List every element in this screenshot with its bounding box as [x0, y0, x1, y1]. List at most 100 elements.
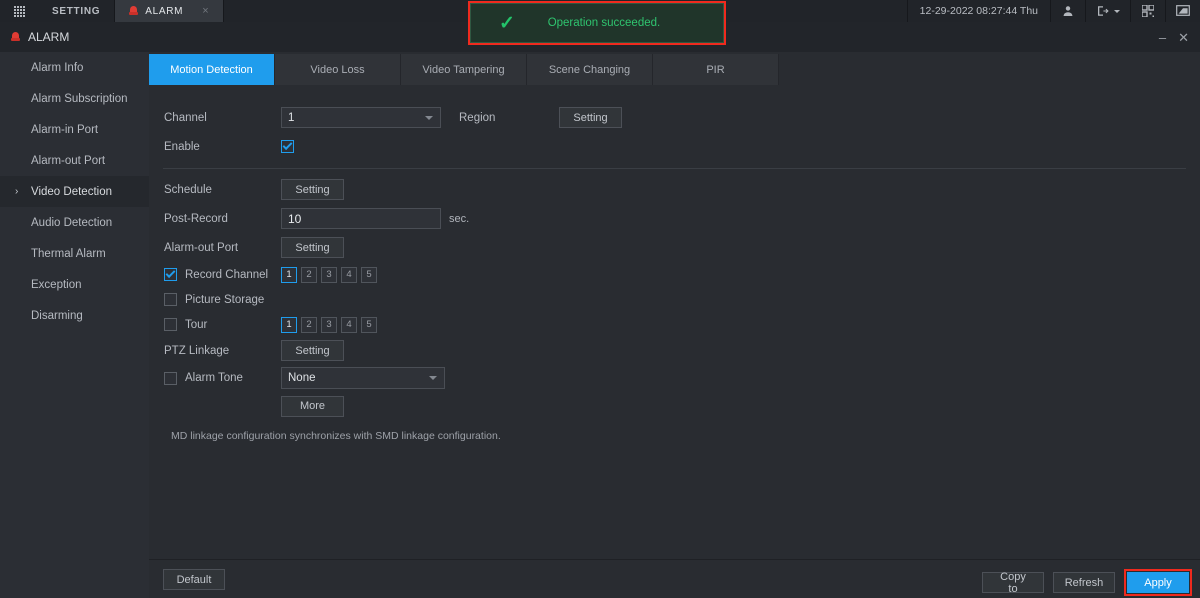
- picture-storage-checkbox[interactable]: [164, 293, 177, 306]
- qr-code-icon[interactable]: [1130, 0, 1165, 22]
- post-record-label: Post-Record: [164, 212, 228, 225]
- record-channel-label: Record Channel: [185, 268, 269, 281]
- alarm-siren-icon: [129, 6, 139, 16]
- window-controls: – ✕: [1159, 31, 1189, 44]
- alarm-siren-icon: [11, 32, 20, 42]
- apply-button[interactable]: Apply: [1127, 572, 1189, 593]
- post-record-input[interactable]: [281, 208, 441, 229]
- ptz-linkage-label: PTZ Linkage: [164, 344, 230, 357]
- monitor-icon[interactable]: [1165, 0, 1200, 22]
- alarm-out-port-label: Alarm-out Port: [164, 241, 239, 254]
- picture-storage-row: Picture Storage: [149, 287, 1200, 312]
- notification-banner-inner: ✓ Operation succeeded.: [470, 3, 724, 43]
- sidebar-item-label: Audio Detection: [31, 216, 113, 229]
- sidebar-item-thermal-alarm[interactable]: Thermal Alarm: [0, 238, 149, 269]
- sidebar-item-label: Alarm-out Port: [31, 154, 106, 167]
- tab-motion-detection[interactable]: Motion Detection: [149, 54, 275, 85]
- sidebar-item-label: Alarm-in Port: [31, 123, 99, 136]
- sidebar-item-alarm-info[interactable]: Alarm Info: [0, 52, 149, 83]
- tab-video-loss[interactable]: Video Loss: [275, 54, 401, 85]
- region-label: Region: [459, 111, 496, 124]
- tour-chip-4[interactable]: 4: [341, 316, 357, 333]
- refresh-button[interactable]: Refresh: [1053, 572, 1115, 593]
- section-divider: [163, 168, 1186, 169]
- sidebar-item-alarm-subscription[interactable]: Alarm Subscription: [0, 83, 149, 114]
- channel-row: Channel 1 Region Setting: [149, 103, 1200, 132]
- chevron-down-icon: [425, 115, 433, 120]
- post-record-unit: sec.: [449, 212, 470, 225]
- sidebar-item-audio-detection[interactable]: Audio Detection: [0, 207, 149, 238]
- tour-chip-5[interactable]: 5: [361, 316, 377, 333]
- copy-to-button[interactable]: Copy to: [982, 571, 1044, 595]
- post-record-row: Post-Record sec.: [149, 204, 1200, 233]
- tab-close-icon[interactable]: ×: [202, 5, 209, 17]
- alarm-out-port-row: Alarm-out Port Setting: [149, 233, 1200, 262]
- clock: 12-29-2022 08:27:44 Thu: [906, 0, 1050, 22]
- tour-chip-3[interactable]: 3: [321, 316, 337, 333]
- tour-chip-1[interactable]: 1: [281, 316, 297, 333]
- record-channel-chip-4[interactable]: 4: [341, 266, 357, 283]
- footer-actions: Copy to Refresh Apply: [982, 569, 1192, 596]
- region-setting-button[interactable]: Setting: [559, 107, 622, 128]
- tab-setting[interactable]: SETTING: [38, 0, 116, 22]
- tab-alarm-label: ALARM: [145, 5, 184, 17]
- alarm-out-setting-button[interactable]: Setting: [281, 237, 344, 258]
- footer-bar: Default Copy to Refresh Apply: [149, 559, 1200, 598]
- sidebar-item-label: Video Detection: [31, 185, 112, 198]
- alarm-tone-select[interactable]: None: [281, 367, 445, 389]
- ptz-setting-button[interactable]: Setting: [281, 340, 344, 361]
- tab-pir[interactable]: PIR: [653, 54, 779, 85]
- chevron-right-icon: ›: [15, 186, 19, 197]
- sidebar-item-label: Exception: [31, 278, 82, 291]
- user-icon[interactable]: [1050, 0, 1085, 22]
- tour-chip-2[interactable]: 2: [301, 316, 317, 333]
- apply-highlight: Apply: [1124, 569, 1192, 596]
- notification-text: Operation succeeded.: [547, 17, 661, 29]
- record-channel-chip-3[interactable]: 3: [321, 266, 337, 283]
- record-channel-chip-2[interactable]: 2: [301, 266, 317, 283]
- minimize-icon[interactable]: –: [1159, 31, 1166, 44]
- tab-scene-changing[interactable]: Scene Changing: [527, 54, 653, 85]
- schedule-row: Schedule Setting: [149, 175, 1200, 204]
- sidebar-item-exception[interactable]: Exception: [0, 269, 149, 300]
- enable-checkbox[interactable]: [281, 140, 294, 153]
- alarm-tone-checkbox[interactable]: [164, 371, 177, 385]
- close-icon[interactable]: ✕: [1178, 31, 1189, 44]
- tab-label: PIR: [706, 63, 725, 76]
- record-channel-checkbox[interactable]: [164, 268, 177, 281]
- more-row: More: [149, 392, 1200, 420]
- grid-icon: [13, 5, 25, 17]
- ptz-linkage-row: PTZ Linkage Setting: [149, 337, 1200, 364]
- tab-label: Scene Changing: [548, 63, 631, 76]
- sidebar-item-alarm-in-port[interactable]: Alarm-in Port: [0, 114, 149, 145]
- tab-label: Motion Detection: [170, 63, 253, 76]
- grid-menu-button[interactable]: [0, 0, 38, 22]
- record-channel-chip-5[interactable]: 5: [361, 266, 377, 283]
- tab-video-tampering[interactable]: Video Tampering: [401, 54, 527, 85]
- linkage-note: MD linkage configuration synchronizes wi…: [171, 430, 501, 442]
- tab-alarm[interactable]: ALARM ×: [115, 0, 225, 22]
- sidebar-item-disarming[interactable]: Disarming: [0, 300, 149, 331]
- default-button[interactable]: Default: [163, 569, 225, 590]
- picture-storage-label: Picture Storage: [185, 293, 265, 306]
- tour-label: Tour: [185, 318, 208, 331]
- channel-select[interactable]: 1: [281, 107, 441, 128]
- sidebar-item-label: Alarm Info: [31, 61, 84, 74]
- sidebar-item-video-detection[interactable]: › Video Detection: [0, 176, 149, 207]
- enable-label: Enable: [164, 140, 200, 153]
- content-panel: Motion Detection Video Loss Video Tamper…: [149, 52, 1200, 598]
- chevron-down-icon[interactable]: [1113, 9, 1120, 13]
- sidebar-item-label: Alarm Subscription: [31, 92, 128, 105]
- logout-icon[interactable]: [1085, 0, 1130, 22]
- alarm-tone-row: Alarm Tone None: [149, 364, 1200, 392]
- window-title-group: ALARM: [11, 30, 69, 44]
- schedule-setting-button[interactable]: Setting: [281, 179, 344, 200]
- schedule-label: Schedule: [164, 183, 212, 196]
- alarm-tone-select-value: None: [288, 372, 316, 384]
- record-channel-chip-1[interactable]: 1: [281, 266, 297, 283]
- sidebar-item-alarm-out-port[interactable]: Alarm-out Port: [0, 145, 149, 176]
- tab-label: Video Loss: [310, 63, 365, 76]
- chevron-down-icon: [429, 376, 437, 380]
- more-button[interactable]: More: [281, 395, 344, 417]
- tour-checkbox[interactable]: [164, 318, 177, 331]
